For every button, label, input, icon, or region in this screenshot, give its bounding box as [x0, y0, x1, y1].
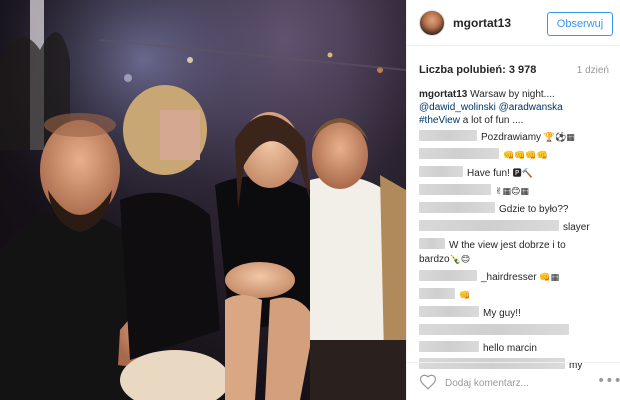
comment-emoji: 🏆⚽▦ [543, 133, 575, 143]
comment-text: slayer [563, 222, 590, 233]
comment-item: 👊👊👊👊 [419, 148, 615, 163]
comment-item: W the view jest dobrze i to bardzo🍾😊 [419, 238, 615, 267]
blurred-username [419, 324, 569, 335]
comment-emoji: ✌▦😊▦ [495, 187, 529, 197]
blurred-username [419, 184, 491, 195]
comment-text: hello marcin [483, 343, 537, 354]
caption-hashtag[interactable]: #theView [419, 115, 460, 126]
caption-mention-dawid[interactable]: @dawid_wolinski [419, 102, 496, 113]
blurred-username [419, 288, 455, 299]
comment-emoji: 👊▦ [539, 273, 560, 283]
comment-text: Gdzie to było?? [499, 204, 569, 215]
comment-item: Gdzie to było?? [419, 202, 615, 217]
blurred-username [419, 220, 559, 231]
comment-item [419, 324, 615, 338]
add-comment-input[interactable] [445, 376, 585, 390]
comment-item: _hairdresser 👊▦ [419, 270, 615, 285]
photo-scene [0, 0, 406, 400]
comment-item: 👊 [419, 288, 615, 303]
caption-mention-aradwanska[interactable]: @aradwanska [499, 102, 563, 113]
caption-line1: Warsaw by night.... [470, 89, 555, 100]
comment-text: Pozdrawiamy [481, 132, 542, 143]
post-header: mgortat13 Obserwuj [407, 0, 620, 46]
blurred-username [419, 270, 477, 281]
blurred-username [419, 130, 477, 141]
blurred-username [419, 202, 495, 213]
comment-item: hello marcin [419, 341, 615, 355]
blurred-username [419, 306, 479, 317]
blurred-username [419, 341, 479, 352]
comment-item: ✌▦😊▦ [419, 184, 615, 199]
comment-footer: ••• [407, 362, 620, 400]
comment-text: Have fun! [467, 168, 513, 179]
post-sidebar: mgortat13 Obserwuj Liczba polubień: 3 97… [406, 0, 620, 400]
more-options-icon[interactable]: ••• [597, 373, 620, 389]
follow-button[interactable]: Obserwuj [547, 12, 613, 36]
comments-list: mgortat13 Warsaw by night.... @dawid_wol… [419, 88, 615, 375]
blurred-username [419, 166, 463, 177]
comment-item: Have fun! 🅿🔨 [419, 166, 615, 181]
caption-username[interactable]: mgortat13 [419, 89, 467, 100]
likes-count[interactable]: Liczba polubień: 3 978 [419, 64, 536, 76]
comment-emoji: 🍾😊 [449, 255, 471, 265]
blurred-username [419, 238, 445, 249]
comment-item: slayer [419, 220, 615, 235]
post-time[interactable]: 1 dzień [577, 65, 609, 76]
post-photo[interactable] [0, 0, 406, 400]
caption-line3: a lot of fun .... [462, 115, 524, 126]
username-link[interactable]: mgortat13 [453, 16, 511, 30]
comment-text: My guy!! [483, 308, 521, 319]
comment-item: Pozdrawiamy 🏆⚽▦ [419, 130, 615, 145]
comment-emoji: 👊 [459, 291, 471, 301]
caption: mgortat13 Warsaw by night.... @dawid_wol… [419, 88, 615, 127]
comment-emoji: 👊👊👊👊 [503, 151, 548, 161]
comment-text: W the view jest dobrze i to [449, 240, 566, 251]
comment-text: bardzo [419, 254, 450, 265]
likes-row: Liczba polubień: 3 978 1 dzień [419, 64, 609, 80]
comment-item: My guy!! [419, 306, 615, 321]
heart-icon[interactable] [419, 373, 437, 391]
avatar[interactable] [419, 10, 445, 36]
comment-emoji: 🅿🔨 [512, 169, 533, 179]
comment-text: _hairdresser [481, 272, 540, 283]
blurred-username [419, 148, 499, 159]
